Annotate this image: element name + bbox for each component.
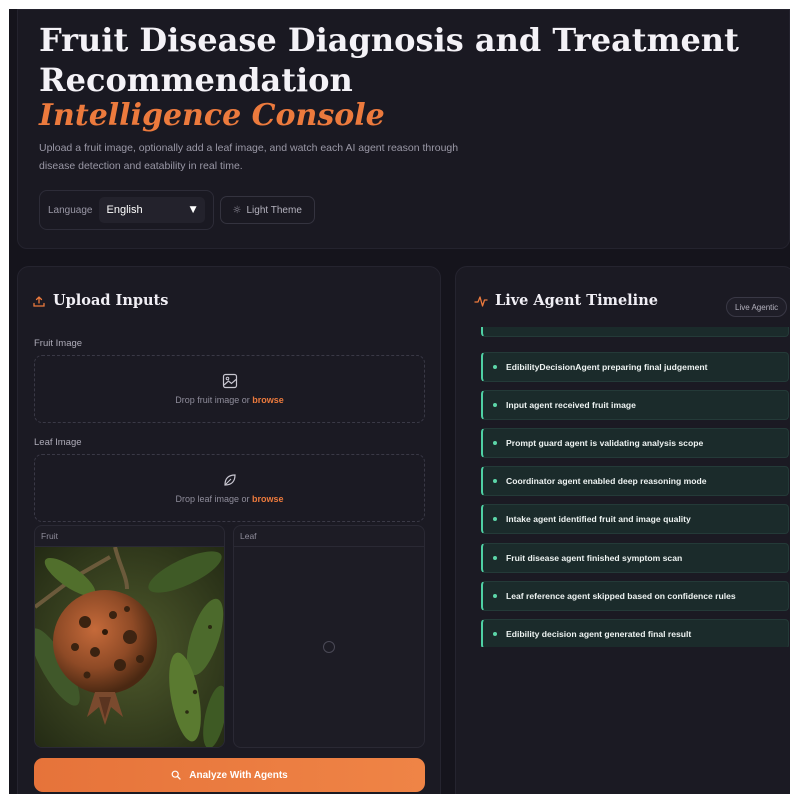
language-value: English	[106, 204, 143, 216]
empty-placeholder-icon	[323, 641, 335, 653]
fruit-preview-label: Fruit	[41, 531, 58, 541]
timeline-item	[481, 327, 789, 337]
upload-panel-title: Upload Inputs	[53, 292, 169, 309]
leaf-preview-area	[234, 546, 424, 747]
analyze-button-label: Analyze With Agents	[189, 769, 288, 781]
image-icon	[222, 373, 237, 389]
timeline-panel-header: Live Agent Timeline	[474, 292, 658, 309]
leaf-preview: Leaf	[233, 525, 425, 748]
timeline-item-text: Fruit disease agent finished symptom sca…	[506, 553, 683, 563]
leaf-icon	[223, 474, 236, 486]
hero-section: Fruit Disease Diagnosis and Treatment Re…	[17, 9, 790, 249]
language-label: Language	[48, 204, 93, 216]
leaf-preview-label: Leaf	[240, 531, 257, 541]
timeline-item: Intake agent identified fruit and image …	[481, 504, 789, 534]
sun-icon: ☼	[232, 204, 242, 216]
timeline-item: Edibility decision agent generated final…	[481, 619, 789, 647]
light-theme-button[interactable]: ☼ Light Theme	[219, 196, 315, 224]
activity-icon	[474, 295, 488, 307]
chevron-down-icon: ▼	[189, 205, 197, 215]
upload-panel-header: Upload Inputs	[32, 292, 168, 309]
timeline-item-text: Edibility decision agent generated final…	[506, 629, 692, 639]
timeline-item: EdibilityDecisionAgent preparing final j…	[481, 352, 789, 382]
page-title: Fruit Disease Diagnosis and Treatment Re…	[39, 21, 739, 99]
hero-controls: Language English ▼ ☼ Light Theme	[39, 190, 315, 230]
timeline-item-text: Input agent received fruit image	[506, 400, 636, 410]
app-window: Fruit Disease Diagnosis and Treatment Re…	[9, 9, 790, 794]
timeline-item: Leaf reference agent skipped based on co…	[481, 581, 789, 611]
leaf-drop-prompt: Drop leaf image or	[175, 494, 253, 504]
status-dot	[493, 441, 497, 445]
leaf-browse-link[interactable]: browse	[252, 494, 284, 504]
timeline-item: Coordinator agent enabled deep reasoning…	[481, 466, 789, 496]
upload-icon	[33, 295, 45, 307]
status-dot	[493, 479, 497, 483]
leaf-image-label: Leaf Image	[34, 437, 82, 448]
diseased-pomegranate-image	[35, 546, 224, 747]
timeline-item-text: Intake agent identified fruit and image …	[506, 514, 691, 524]
fruit-image-label: Fruit Image	[34, 338, 83, 349]
timeline-item-text: Prompt guard agent is validating analysi…	[506, 438, 704, 448]
fruit-drop-prompt: Drop fruit image or	[175, 395, 253, 405]
fruit-preview-image	[35, 546, 224, 747]
timeline-item-text: Coordinator agent enabled deep reasoning…	[506, 476, 707, 486]
timeline-panel: Live Agent Timeline Live Agentic Edibili…	[455, 266, 790, 794]
timeline-panel-title: Live Agent Timeline	[495, 292, 658, 309]
fruit-dropzone[interactable]: Drop fruit image or browse	[34, 355, 425, 423]
status-dot	[493, 594, 497, 598]
timeline-item: Prompt guard agent is validating analysi…	[481, 428, 789, 458]
leaf-dropzone[interactable]: Drop leaf image or browse	[34, 454, 425, 522]
language-control: Language English ▼	[39, 190, 214, 230]
live-agentic-label: Live Agentic	[735, 302, 779, 312]
page-description: Upload a fruit image, optionally add a l…	[39, 142, 459, 172]
page-subtitle-accent: Intelligence Console	[39, 98, 385, 133]
status-dot	[493, 632, 497, 636]
timeline-item-text: EdibilityDecisionAgent preparing final j…	[506, 362, 708, 372]
timeline-item: Fruit disease agent finished symptom sca…	[481, 543, 789, 573]
search-icon	[171, 770, 181, 780]
fruit-browse-link[interactable]: browse	[252, 395, 284, 405]
status-dot	[493, 556, 497, 560]
timeline-item-text: Leaf reference agent skipped based on co…	[506, 591, 736, 601]
status-dot	[493, 403, 497, 407]
fruit-preview: Fruit	[34, 525, 225, 748]
upload-panel: Upload Inputs Fruit Image Drop fruit ima…	[17, 266, 441, 794]
timeline-list[interactable]: EdibilityDecisionAgent preparing final j…	[471, 327, 790, 647]
analyze-with-agents-button[interactable]: Analyze With Agents	[34, 758, 425, 792]
leaf-drop-text: Drop leaf image or browse	[175, 494, 283, 504]
timeline-item: Input agent received fruit image	[481, 390, 789, 420]
fruit-drop-text: Drop fruit image or browse	[175, 395, 284, 405]
live-agentic-badge: Live Agentic	[726, 297, 788, 317]
status-dot	[493, 365, 497, 369]
status-dot	[493, 517, 497, 521]
light-theme-label: Light Theme	[246, 204, 302, 216]
language-select[interactable]: English ▼	[98, 197, 205, 223]
